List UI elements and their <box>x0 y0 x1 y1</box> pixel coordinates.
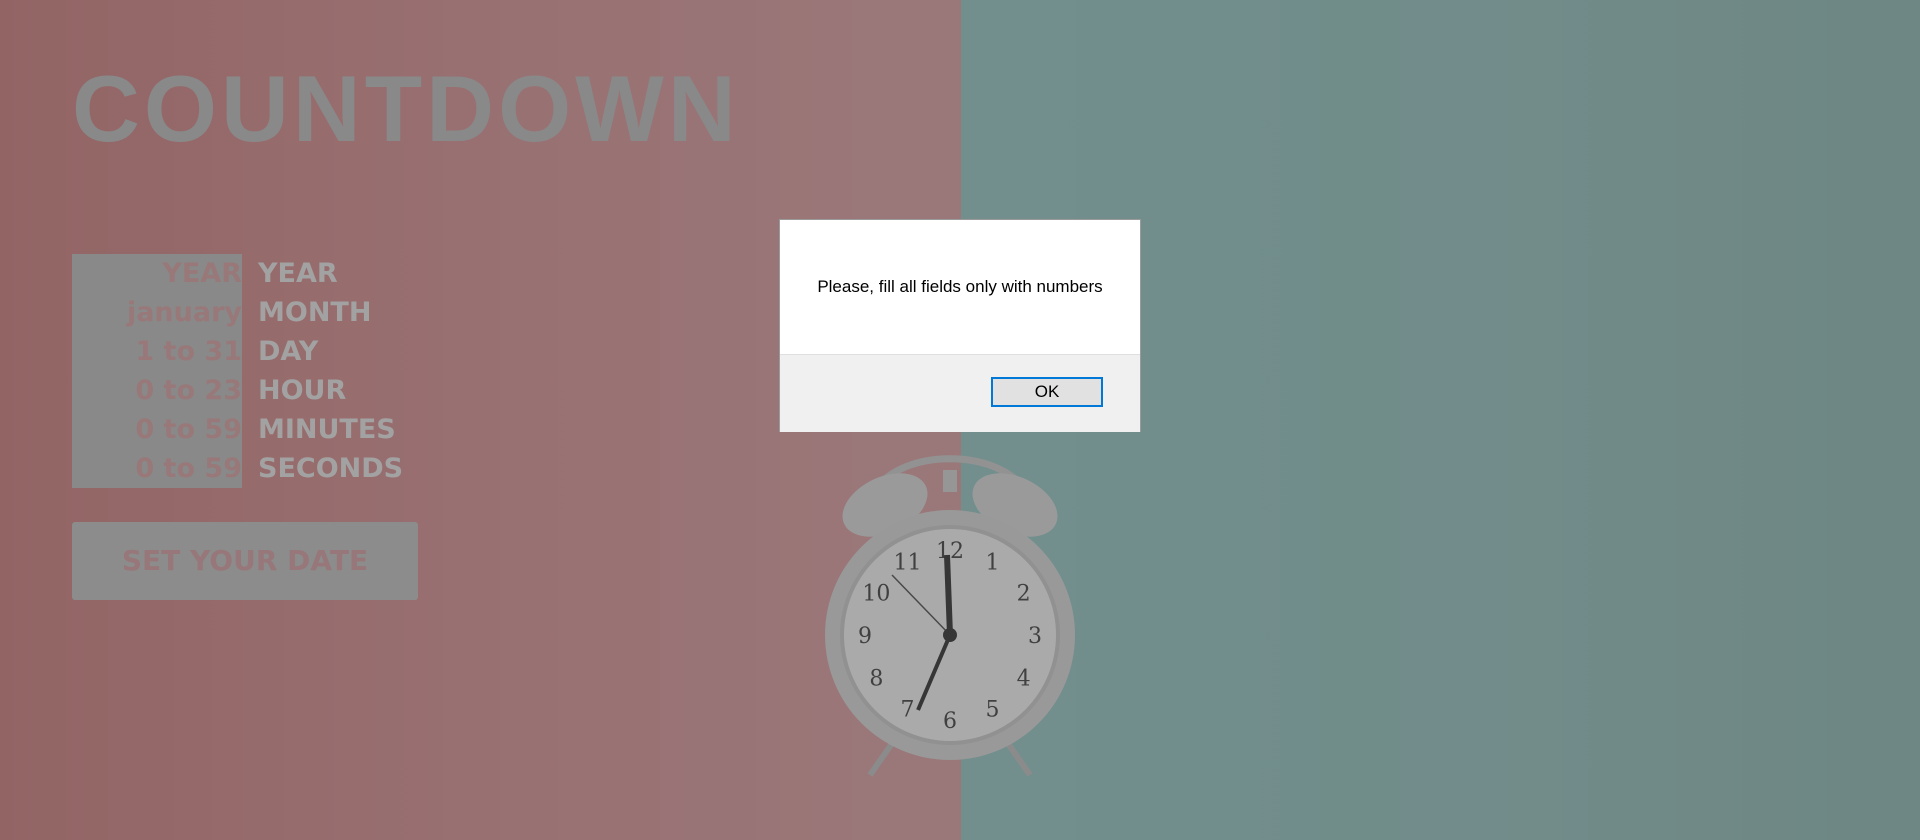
alert-message: Please, fill all fields only with number… <box>817 277 1103 296</box>
alert-footer: OK <box>780 354 1140 432</box>
ok-button[interactable]: OK <box>991 377 1103 407</box>
alert-dialog: Please, fill all fields only with number… <box>779 219 1141 432</box>
